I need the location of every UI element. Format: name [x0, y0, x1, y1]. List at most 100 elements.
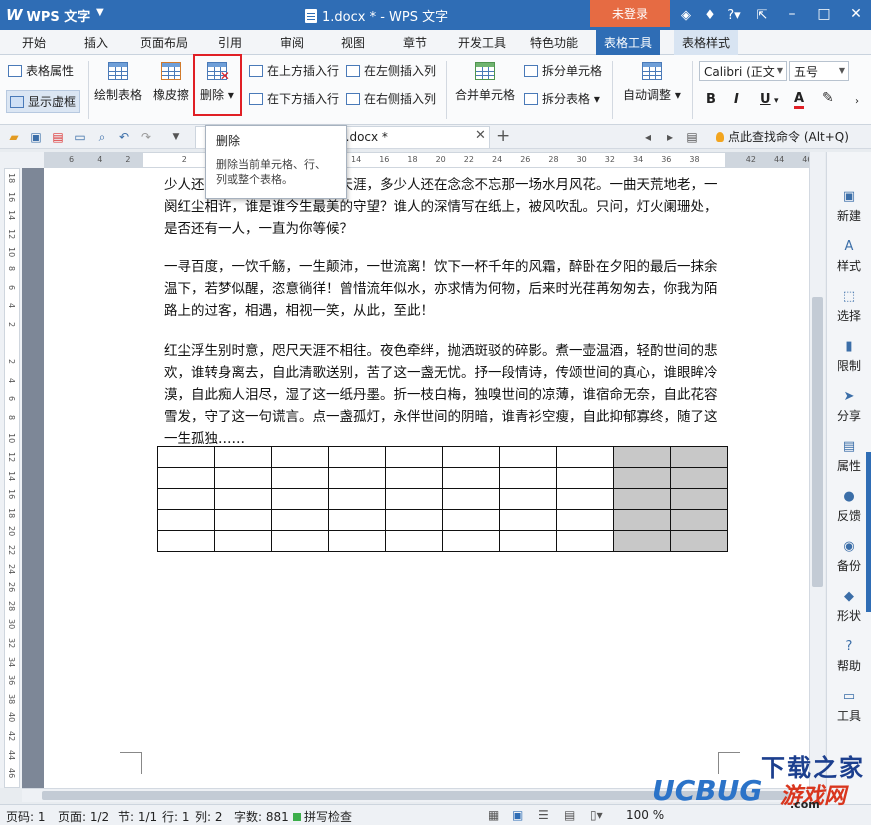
zoom-level[interactable]: 100 % — [626, 808, 664, 822]
insert-col-left-button[interactable]: 在左侧插入列 — [346, 62, 436, 79]
table-cell[interactable] — [385, 467, 443, 489]
table-cell[interactable] — [670, 446, 728, 468]
insert-row-below-button[interactable]: 在下方插入行 — [249, 90, 339, 107]
table-cell[interactable] — [670, 530, 728, 552]
table-cell[interactable] — [556, 446, 614, 468]
table-cell[interactable] — [556, 530, 614, 552]
paragraph-2[interactable]: 一寻百度，一饮千觞，一生颠沛，一世流离！饮下一杯千年的风霜，醉卧在夕阳的最后一抹… — [164, 256, 724, 322]
minimize-button[interactable]: – — [776, 0, 808, 27]
paragraph-3[interactable]: 红尘浮生别时意，咫尺天涯不相往。夜色牵绊，抛洒斑驳的碎影。煮一壶温酒，轻酌世间的… — [164, 340, 724, 450]
horizontal-ruler[interactable]: 6422468101214161820222426283032343638424… — [44, 152, 812, 168]
more-icon[interactable]: › — [855, 96, 859, 107]
pdf-icon[interactable]: ▤ — [50, 129, 66, 145]
table-cell[interactable] — [157, 467, 215, 489]
table-cell[interactable] — [271, 530, 329, 552]
page-view-icon[interactable]: ▣ — [512, 808, 523, 822]
tab-layout[interactable]: 页面布局 — [132, 30, 196, 55]
document-page[interactable]: 少人还记得那一缕温柔？陌路天涯，多少人还在念念不忘那一场水月风花。一曲天荒地老，… — [44, 168, 809, 788]
table-cell[interactable] — [385, 488, 443, 510]
undo-icon[interactable]: ↶ — [116, 129, 132, 145]
draw-table-button[interactable]: 绘制表格 — [94, 62, 142, 103]
sidebar-item[interactable]: ? 帮助 — [827, 638, 871, 674]
outline-view-icon[interactable]: ☰ — [538, 808, 549, 822]
table-cell[interactable] — [214, 509, 272, 531]
sidebar-item[interactable]: ➤ 分享 — [827, 388, 871, 424]
sidebar-item[interactable]: ◉ 备份 — [827, 538, 871, 574]
table-cell[interactable] — [556, 467, 614, 489]
table-cell[interactable] — [271, 488, 329, 510]
tab-view[interactable]: 视图 — [333, 30, 373, 55]
table-cell[interactable] — [328, 467, 386, 489]
table-cell[interactable] — [271, 509, 329, 531]
reading-view-icon[interactable]: ▯▾ — [590, 808, 603, 822]
table-cell[interactable] — [328, 530, 386, 552]
nav-next-icon[interactable]: ▸ — [662, 129, 678, 145]
table-cell[interactable] — [328, 488, 386, 510]
chevron-down-icon[interactable]: ▼ — [168, 129, 184, 145]
table-cell[interactable] — [157, 509, 215, 531]
close-tab-icon[interactable]: ✕ — [475, 128, 486, 143]
underline-button[interactable]: U — [760, 92, 771, 107]
table-cell[interactable] — [214, 488, 272, 510]
close-button[interactable]: ✕ — [840, 0, 871, 27]
window-restore-icon[interactable]: ⇱ — [752, 5, 772, 25]
tab-references[interactable]: 引用 — [210, 30, 250, 55]
font-name-select[interactable]: Calibri (正文 ▼ — [699, 61, 787, 81]
sidebar-item[interactable]: ▣ 新建 — [827, 188, 871, 224]
table-cell[interactable] — [214, 467, 272, 489]
tab-insert[interactable]: 插入 — [76, 30, 116, 55]
sidebar-item[interactable]: ● 反馈 — [827, 488, 871, 524]
show-gridlines-button[interactable]: 显示虚框 — [6, 90, 81, 113]
tab-review[interactable]: 审阅 — [272, 30, 312, 55]
table-cell[interactable] — [157, 530, 215, 552]
table-cell[interactable] — [613, 446, 671, 468]
tab-developer[interactable]: 开发工具 — [450, 30, 514, 55]
document-table[interactable] — [157, 446, 728, 552]
table-cell[interactable] — [157, 488, 215, 510]
italic-button[interactable]: I — [734, 92, 739, 107]
table-cell[interactable] — [613, 530, 671, 552]
table-cell[interactable] — [499, 446, 557, 468]
status-page[interactable]: 页面: 1/2 — [58, 808, 109, 825]
font-color-button[interactable]: A — [794, 92, 805, 109]
table-cell[interactable] — [670, 467, 728, 489]
tab-list-icon[interactable]: ▤ — [684, 129, 700, 145]
print-icon[interactable]: ▭ — [72, 129, 88, 145]
table-cell[interactable] — [499, 530, 557, 552]
table-cell[interactable] — [214, 530, 272, 552]
table-cell[interactable] — [385, 446, 443, 468]
skin-icon[interactable]: ◈ — [676, 5, 696, 25]
sidebar-item[interactable]: ⬚ 选择 — [827, 288, 871, 324]
table-properties-button[interactable]: 表格属性 — [8, 62, 74, 79]
table-cell[interactable] — [271, 467, 329, 489]
table-cell[interactable] — [670, 509, 728, 531]
tab-features[interactable]: 特色功能 — [522, 30, 586, 55]
save-icon[interactable]: ▣ — [28, 129, 44, 145]
login-button[interactable]: 未登录 — [590, 0, 670, 27]
table-cell[interactable] — [613, 509, 671, 531]
vertical-scrollbar[interactable] — [809, 152, 825, 788]
table-cell[interactable] — [613, 467, 671, 489]
table-cell[interactable] — [499, 467, 557, 489]
split-table-button[interactable]: 拆分表格 ▾ — [524, 90, 600, 107]
table-cell[interactable] — [385, 530, 443, 552]
maximize-button[interactable]: □ — [808, 0, 840, 27]
table-cell[interactable] — [442, 509, 500, 531]
table-cell[interactable] — [499, 509, 557, 531]
sidebar-item[interactable]: ▭ 工具 — [827, 688, 871, 724]
status-words[interactable]: 字数: 881 — [234, 808, 289, 825]
table-cell[interactable] — [613, 488, 671, 510]
table-cell[interactable] — [556, 509, 614, 531]
chevron-down-icon[interactable]: ▾ — [774, 96, 779, 106]
table-cell[interactable] — [271, 446, 329, 468]
nav-prev-icon[interactable]: ◂ — [640, 129, 656, 145]
scrollbar-thumb[interactable] — [812, 297, 823, 587]
tab-home[interactable]: 开始 — [14, 30, 54, 55]
tab-table-style[interactable]: 表格样式 — [674, 30, 739, 55]
table-cell[interactable] — [442, 467, 500, 489]
app-logo[interactable]: W WPS 文字 — [6, 5, 90, 25]
table-cell[interactable] — [442, 530, 500, 552]
find-command-box[interactable]: 点此查找命令 (Alt+Q) — [716, 128, 849, 145]
table-cell[interactable] — [499, 488, 557, 510]
table-cell[interactable] — [157, 446, 215, 468]
